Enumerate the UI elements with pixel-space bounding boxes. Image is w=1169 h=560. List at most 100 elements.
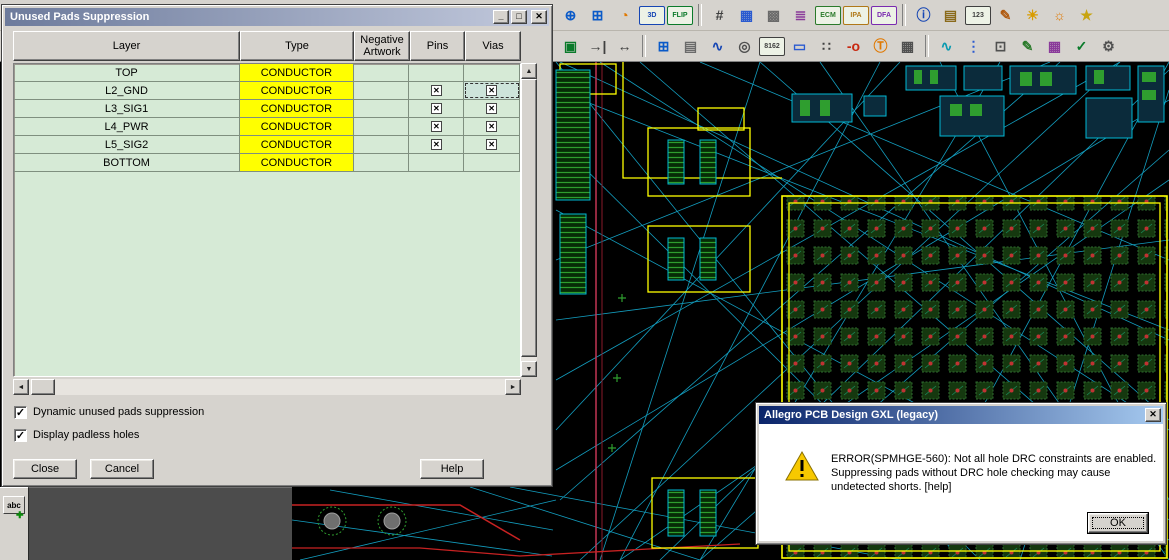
- column-header-layer[interactable]: Layer: [13, 31, 240, 61]
- disconnect-icon[interactable]: -o: [841, 34, 866, 58]
- highlight-icon[interactable]: ☀: [1020, 3, 1045, 27]
- minimize-icon[interactable]: _: [493, 10, 509, 24]
- pin-count-icon[interactable]: 8162: [759, 37, 785, 56]
- horizontal-scrollbar[interactable]: ◄ ►: [13, 379, 521, 395]
- negative-artwork-cell[interactable]: [354, 100, 410, 117]
- alert-titlebar[interactable]: Allegro PCB Design GXL (legacy) ✕: [759, 406, 1163, 424]
- suppression-option[interactable]: ✓Dynamic unused pads suppression: [14, 405, 204, 419]
- ripple-route-icon[interactable]: ∿: [934, 34, 959, 58]
- type-cell[interactable]: CONDUCTOR: [240, 100, 354, 117]
- pins-checkbox-cell[interactable]: ✕: [409, 118, 464, 135]
- dfa-chip-icon[interactable]: DFA: [871, 6, 897, 25]
- testprep-icon[interactable]: Ⓣ: [868, 34, 893, 58]
- table-row[interactable]: L2_GNDCONDUCTOR✕✕: [14, 82, 520, 100]
- pins-checkbox-cell[interactable]: ✕: [409, 136, 464, 153]
- film-records-icon[interactable]: ▤: [678, 34, 703, 58]
- column-header-type[interactable]: Type: [240, 31, 354, 61]
- vias-checkbox-cell[interactable]: ✕: [464, 118, 520, 135]
- color-dialog-icon[interactable]: ▦: [734, 3, 759, 27]
- verify-check-icon[interactable]: ✓: [1069, 34, 1094, 58]
- layer-table[interactable]: TOPCONDUCTORL2_GNDCONDUCTOR✕✕L3_SIG1COND…: [13, 63, 521, 377]
- comment-icon[interactable]: ▭: [787, 34, 812, 58]
- zoom-in-icon[interactable]: ⊕: [558, 3, 583, 27]
- table-row[interactable]: L4_PWRCONDUCTOR✕✕: [14, 118, 520, 136]
- close-icon[interactable]: ✕: [531, 10, 547, 24]
- edit-text-icon[interactable]: ✎: [1015, 34, 1040, 58]
- scroll-left-icon[interactable]: ◄: [13, 379, 29, 395]
- vias-checkbox-cell[interactable]: [464, 154, 520, 171]
- temp-route-icon[interactable]: ⋮: [961, 34, 986, 58]
- vertical-scroll-thumb[interactable]: [521, 79, 537, 357]
- dialog-titlebar[interactable]: Unused Pads Suppression _ □ ✕: [5, 8, 549, 26]
- table-row[interactable]: BOTTOMCONDUCTOR: [14, 154, 520, 172]
- type-cell[interactable]: CONDUCTOR: [240, 82, 354, 99]
- checked-mark: ✕: [486, 121, 497, 132]
- horizontal-scroll-thumb[interactable]: [31, 379, 55, 395]
- checked-checkbox[interactable]: ✓: [14, 429, 27, 442]
- markup-pen-icon[interactable]: ✎: [993, 3, 1018, 27]
- view-3d-icon[interactable]: 3D: [639, 6, 665, 25]
- column-header-pins[interactable]: Pins: [410, 31, 465, 61]
- sketch-line-icon[interactable]: ∿: [705, 34, 730, 58]
- spacing-icon[interactable]: ↔: [612, 34, 637, 58]
- place-replicate-icon[interactable]: ▣: [558, 34, 583, 58]
- negative-artwork-cell[interactable]: [354, 136, 410, 153]
- alert-body: ERROR(SPMHGE-560): Not all hole DRC cons…: [759, 424, 1163, 541]
- vertical-scrollbar[interactable]: ▲ ▼: [521, 63, 537, 377]
- negative-artwork-cell[interactable]: [354, 64, 410, 81]
- pins-checkbox-cell[interactable]: ✕: [409, 82, 464, 99]
- shape-merge-icon[interactable]: ▩: [761, 3, 786, 27]
- status-grid-icon[interactable]: ▦: [1042, 34, 1067, 58]
- vias-checkbox-cell[interactable]: ✕: [464, 136, 520, 153]
- checked-checkbox[interactable]: ✓: [14, 406, 27, 419]
- cross-section-icon[interactable]: ≣: [788, 3, 813, 27]
- negative-artwork-cell[interactable]: [354, 154, 410, 171]
- redraw-icon[interactable]: ◔: [612, 3, 637, 27]
- suppression-option[interactable]: ✓Display padless holes: [14, 428, 139, 442]
- flip-design-icon[interactable]: FLIP: [667, 6, 693, 25]
- scroll-right-icon[interactable]: ►: [505, 379, 521, 395]
- vias-checkbox-cell[interactable]: [464, 64, 520, 81]
- dehighlight-icon[interactable]: ☼: [1047, 3, 1072, 27]
- scroll-down-icon[interactable]: ▼: [521, 361, 537, 377]
- table-row[interactable]: TOPCONDUCTOR: [14, 64, 520, 82]
- type-cell[interactable]: CONDUCTOR: [240, 64, 354, 81]
- favorites-icon[interactable]: ★: [1074, 3, 1099, 27]
- close-button[interactable]: Close: [13, 459, 77, 479]
- column-header-negative-artwork[interactable]: Negative Artwork: [354, 31, 410, 61]
- pins-checkbox-cell[interactable]: [409, 64, 464, 81]
- table-row[interactable]: L3_SIG1CONDUCTOR✕✕: [14, 100, 520, 118]
- maximize-icon[interactable]: □: [511, 10, 527, 24]
- pad-array-icon[interactable]: ▦: [895, 34, 920, 58]
- pins-checkbox-cell[interactable]: [409, 154, 464, 171]
- copy-clip-icon[interactable]: ⊡: [988, 34, 1013, 58]
- alert-close-icon[interactable]: ✕: [1145, 408, 1161, 422]
- vias-checkbox-cell[interactable]: ✕: [464, 100, 520, 117]
- snapshot-icon[interactable]: ◎: [732, 34, 757, 58]
- zoom-fit-icon[interactable]: ⊞: [585, 3, 610, 27]
- scroll-up-icon[interactable]: ▲: [521, 63, 537, 79]
- type-cell[interactable]: CONDUCTOR: [240, 136, 354, 153]
- ecm-chip-icon[interactable]: ECM: [815, 6, 841, 25]
- negative-artwork-cell[interactable]: [354, 82, 410, 99]
- vias-checkbox-cell[interactable]: ✕: [464, 82, 520, 99]
- column-header-vias[interactable]: Vias: [465, 31, 521, 61]
- grid-toggle-icon[interactable]: #: [707, 3, 732, 27]
- type-cell[interactable]: CONDUCTOR: [240, 154, 354, 171]
- help-button[interactable]: Help: [420, 459, 484, 479]
- ipa-chip-icon[interactable]: IPA: [843, 6, 869, 25]
- cancel-button[interactable]: Cancel: [90, 459, 154, 479]
- element-query-icon[interactable]: ▤: [938, 3, 963, 27]
- negative-artwork-cell[interactable]: [354, 118, 410, 135]
- fix-gear-icon[interactable]: ⚙: [1096, 34, 1121, 58]
- dice-icon[interactable]: ∷: [814, 34, 839, 58]
- ok-button[interactable]: OK: [1088, 513, 1148, 533]
- via-structure-icon[interactable]: ⊞: [651, 34, 676, 58]
- type-cell[interactable]: CONDUCTOR: [240, 118, 354, 135]
- pins-checkbox-cell[interactable]: ✕: [409, 100, 464, 117]
- info-icon[interactable]: ⓘ: [911, 3, 936, 27]
- checked-mark: ✕: [486, 85, 497, 96]
- calculator-icon[interactable]: 123: [965, 6, 991, 25]
- stretch-icon[interactable]: →|: [585, 34, 610, 58]
- table-row[interactable]: L5_SIG2CONDUCTOR✕✕: [14, 136, 520, 154]
